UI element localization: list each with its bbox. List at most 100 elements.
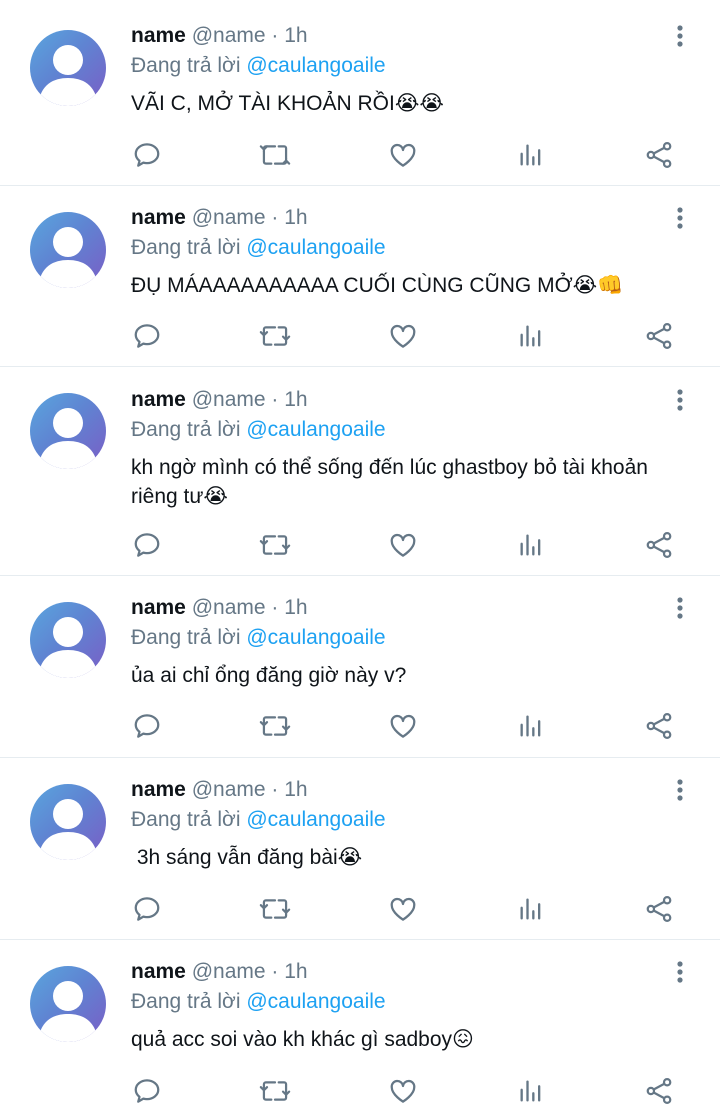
separator: · <box>265 960 285 983</box>
handle[interactable]: @name <box>192 596 266 619</box>
handle[interactable]: @name <box>192 206 266 229</box>
analytics-icon[interactable] <box>514 138 548 172</box>
tweet-header: name @name · 1h <box>131 958 308 986</box>
timestamp[interactable]: 1h <box>284 596 307 619</box>
reply-context: Đang trả lời @caulangoaile <box>131 624 386 652</box>
avatar[interactable] <box>30 784 106 860</box>
display-name[interactable]: name <box>131 24 186 47</box>
reply-prefix: Đang trả lời <box>131 808 247 831</box>
tweet[interactable]: name @name · 1h Đang trả lời @caulangoai… <box>0 186 720 367</box>
reply-icon[interactable] <box>130 892 164 926</box>
reply-context: Đang trả lời @caulangoaile <box>131 52 386 80</box>
like-icon[interactable] <box>386 528 420 562</box>
share-icon[interactable] <box>642 319 676 353</box>
reply-context: Đang trả lời @caulangoaile <box>131 416 386 444</box>
retweet-icon[interactable] <box>258 1074 292 1108</box>
handle[interactable]: @name <box>192 24 266 47</box>
tweet[interactable]: name @name · 1h Đang trả lời @caulangoai… <box>0 576 720 758</box>
timestamp[interactable]: 1h <box>284 388 307 411</box>
like-icon[interactable] <box>386 319 420 353</box>
avatar[interactable] <box>30 602 106 678</box>
retweet-icon[interactable] <box>258 138 292 172</box>
tweet-text: kh ngờ mình có thể sống đến lúc ghastboy… <box>131 456 648 508</box>
tweet-feed: name @name · 1h Đang trả lời @caulangoai… <box>0 0 720 1119</box>
avatar[interactable] <box>30 212 106 288</box>
like-icon[interactable] <box>386 709 420 743</box>
more-vertical-icon[interactable] <box>670 204 690 232</box>
mention-link[interactable]: @caulangoaile <box>246 808 385 831</box>
analytics-icon[interactable] <box>514 319 548 353</box>
handle[interactable]: @name <box>192 778 266 801</box>
share-icon[interactable] <box>642 1074 676 1108</box>
tweet[interactable]: name @name · 1h Đang trả lời @caulangoai… <box>0 0 720 186</box>
tweet-actions <box>0 528 720 562</box>
reply-icon[interactable] <box>130 319 164 353</box>
more-vertical-icon[interactable] <box>670 386 690 414</box>
analytics-icon[interactable] <box>514 528 548 562</box>
tweet-text: ĐỤ MÁAAAAAAAAAA CUỐI CÙNG CŨNG MỞ😭👊 <box>131 274 624 297</box>
reply-prefix: Đang trả lời <box>131 236 247 259</box>
tweet-actions <box>0 1074 720 1108</box>
timestamp[interactable]: 1h <box>284 960 307 983</box>
like-icon[interactable] <box>386 1074 420 1108</box>
display-name[interactable]: name <box>131 388 186 411</box>
analytics-icon[interactable] <box>514 709 548 743</box>
reply-prefix: Đang trả lời <box>131 626 247 649</box>
tweet-actions <box>0 138 720 172</box>
display-name[interactable]: name <box>131 960 186 983</box>
reply-icon[interactable] <box>130 1074 164 1108</box>
like-icon[interactable] <box>386 138 420 172</box>
retweet-icon[interactable] <box>258 892 292 926</box>
reply-icon[interactable] <box>130 528 164 562</box>
retweet-icon[interactable] <box>258 319 292 353</box>
share-icon[interactable] <box>642 892 676 926</box>
tweet-header: name @name · 1h <box>131 386 308 414</box>
tweet-header: name @name · 1h <box>131 594 308 622</box>
reply-prefix: Đang trả lời <box>131 990 247 1013</box>
tweet-text: quả acc soi vào kh khác gì sadboy😖 <box>131 1028 474 1051</box>
handle[interactable]: @name <box>192 960 266 983</box>
separator: · <box>265 596 285 619</box>
tweet[interactable]: name @name · 1h Đang trả lời @caulangoai… <box>0 367 720 576</box>
separator: · <box>265 206 285 229</box>
mention-link[interactable]: @caulangoaile <box>246 626 385 649</box>
reply-context: Đang trả lời @caulangoaile <box>131 234 386 262</box>
more-vertical-icon[interactable] <box>670 594 690 622</box>
mention-link[interactable]: @caulangoaile <box>246 990 385 1013</box>
more-vertical-icon[interactable] <box>670 958 690 986</box>
mention-link[interactable]: @caulangoaile <box>246 236 385 259</box>
like-icon[interactable] <box>386 892 420 926</box>
handle[interactable]: @name <box>192 388 266 411</box>
share-icon[interactable] <box>642 528 676 562</box>
separator: · <box>265 388 285 411</box>
avatar[interactable] <box>30 393 106 469</box>
display-name[interactable]: name <box>131 206 186 229</box>
tweet[interactable]: name @name · 1h Đang trả lời @caulangoai… <box>0 758 720 940</box>
share-icon[interactable] <box>642 709 676 743</box>
share-icon[interactable] <box>642 138 676 172</box>
avatar[interactable] <box>30 30 106 106</box>
tweet-actions <box>0 709 720 743</box>
reply-icon[interactable] <box>130 709 164 743</box>
timestamp[interactable]: 1h <box>284 778 307 801</box>
tweet-text: VÃI C, MỞ TÀI KHOẢN RỒI😭😭 <box>131 92 444 115</box>
reply-context: Đang trả lời @caulangoaile <box>131 988 386 1016</box>
timestamp[interactable]: 1h <box>284 206 307 229</box>
mention-link[interactable]: @caulangoaile <box>246 54 385 77</box>
tweet[interactable]: name @name · 1h Đang trả lời @caulangoai… <box>0 940 720 1119</box>
timestamp[interactable]: 1h <box>284 24 307 47</box>
more-vertical-icon[interactable] <box>670 22 690 50</box>
reply-prefix: Đang trả lời <box>131 418 247 441</box>
display-name[interactable]: name <box>131 596 186 619</box>
retweet-icon[interactable] <box>258 709 292 743</box>
retweet-icon[interactable] <box>258 528 292 562</box>
tweet-header: name @name · 1h <box>131 204 308 232</box>
mention-link[interactable]: @caulangoaile <box>246 418 385 441</box>
display-name[interactable]: name <box>131 778 186 801</box>
tweet-actions <box>0 892 720 926</box>
avatar[interactable] <box>30 966 106 1042</box>
analytics-icon[interactable] <box>514 892 548 926</box>
analytics-icon[interactable] <box>514 1074 548 1108</box>
more-vertical-icon[interactable] <box>670 776 690 804</box>
reply-icon[interactable] <box>130 138 164 172</box>
